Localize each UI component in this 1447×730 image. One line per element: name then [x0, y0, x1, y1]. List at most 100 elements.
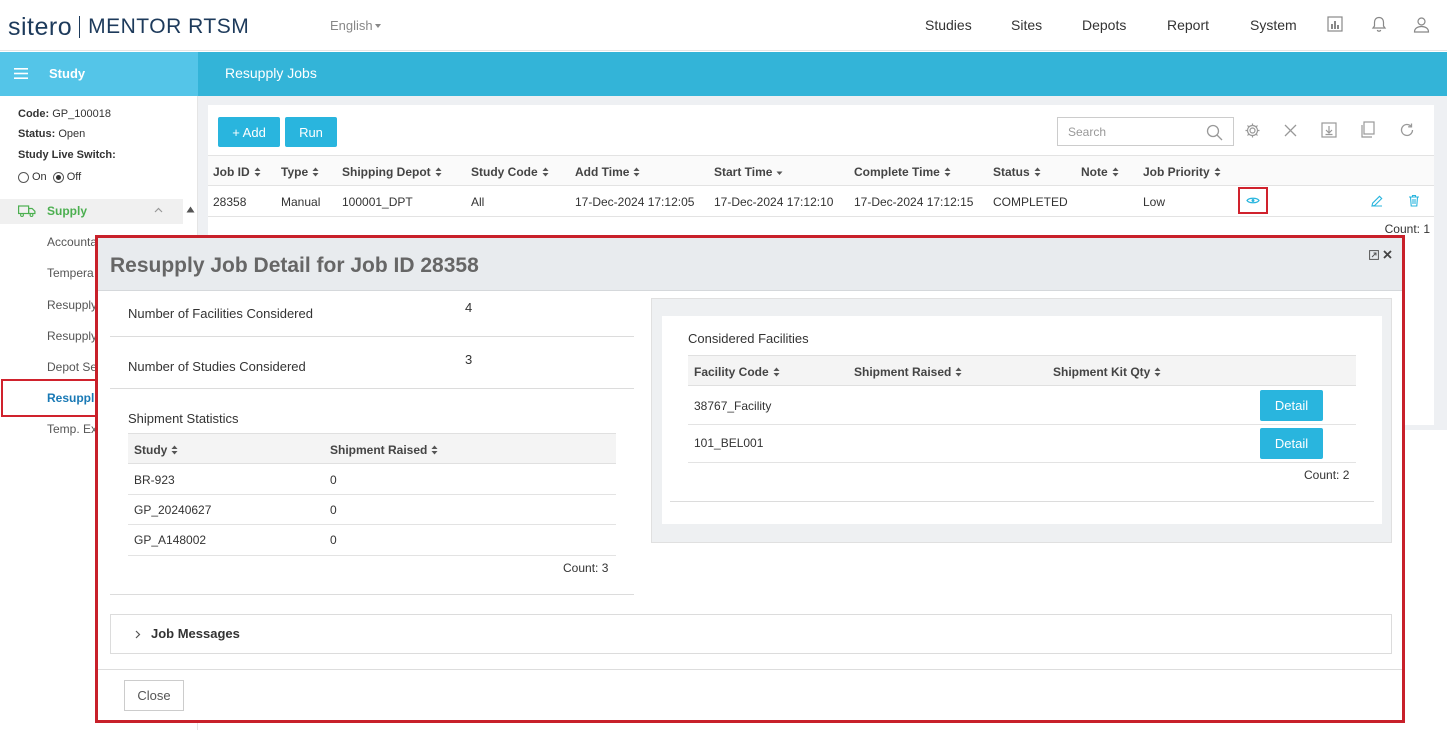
modal-header: Resupply Job Detail for Job ID 28358 — [98, 238, 1402, 291]
table-row[interactable]: 101_BEL001 Detail — [688, 425, 1356, 463]
modal-controls — [1369, 250, 1392, 260]
hamburger-menu-icon[interactable] — [14, 68, 28, 79]
download-icon[interactable] — [1321, 122, 1337, 138]
run-button[interactable]: Run — [285, 117, 337, 147]
user-icon[interactable] — [1413, 16, 1430, 33]
col-label: Shipment Raised — [854, 365, 952, 379]
nav-sites[interactable]: Sites — [1011, 17, 1042, 33]
maximize-icon[interactable] — [1369, 250, 1379, 260]
col-label: Complete Time — [854, 165, 940, 179]
col-start-time[interactable]: Start Time — [714, 165, 783, 179]
cell-study-code: All — [471, 195, 485, 209]
delete-trash-icon[interactable] — [1408, 194, 1420, 207]
divider — [110, 594, 634, 595]
clear-x-icon[interactable] — [1284, 124, 1297, 137]
table-row[interactable]: GP_20240627 0 — [128, 495, 616, 525]
col-job-id[interactable]: Job ID — [213, 165, 261, 179]
table-row[interactable]: GP_A148002 0 — [128, 525, 616, 556]
top-navbar: sitero MENTOR RTSM English Studies Sites… — [0, 0, 1447, 51]
cell-job-priority: Low — [1143, 195, 1166, 209]
sidebar-item-temperature[interactable]: Tempera — [47, 266, 94, 280]
col-label: Start Time — [714, 165, 773, 179]
col-shipping-depot[interactable]: Shipping Depot — [342, 165, 442, 179]
col-label: Add Time — [575, 165, 630, 179]
add-button[interactable]: + Add — [218, 117, 280, 147]
col-complete-time[interactable]: Complete Time — [854, 165, 951, 179]
col-label: Facility Code — [694, 365, 769, 379]
table-row[interactable]: 28358 Manual 100001_DPT All 17-Dec-2024 … — [208, 187, 1434, 217]
sidebar-section-label: Supply — [47, 204, 88, 218]
facility-detail-button[interactable]: Detail — [1260, 428, 1323, 459]
nav-system[interactable]: System — [1250, 17, 1297, 33]
bell-icon[interactable] — [1371, 16, 1387, 33]
close-button[interactable]: Close — [124, 680, 184, 711]
col-label: Job Priority — [1143, 165, 1210, 179]
col-shipment-raised[interactable]: Shipment Raised — [854, 365, 962, 379]
col-study-code[interactable]: Study Code — [471, 165, 549, 179]
col-shipment-raised[interactable]: Shipment Raised — [330, 443, 438, 457]
close-x-icon[interactable] — [1383, 250, 1392, 260]
cell-study: GP_A148002 — [134, 533, 207, 547]
study-code: Code: GP_100018 — [18, 108, 111, 120]
table-row[interactable]: 38767_Facility Detail — [688, 387, 1356, 425]
nav-report[interactable]: Report — [1167, 17, 1209, 33]
study-status-value: Open — [58, 128, 86, 140]
studies-considered-label: Number of Studies Considered — [128, 359, 306, 374]
cell-study: GP_20240627 — [134, 503, 212, 517]
col-note[interactable]: Note — [1081, 165, 1119, 179]
copy-icon[interactable] — [1360, 121, 1376, 138]
col-label: Study — [134, 443, 168, 457]
job-messages-accordion[interactable]: Job Messages — [110, 614, 1392, 654]
sidebar-section-supply[interactable]: Supply — [0, 199, 183, 224]
refresh-icon[interactable] — [1399, 122, 1415, 138]
live-switch-label: Study Live Switch: — [18, 149, 116, 161]
settings-gear-icon[interactable] — [1244, 122, 1261, 139]
nav-depots[interactable]: Depots — [1082, 17, 1126, 33]
col-label: Shipment Kit Qty — [1053, 365, 1151, 379]
dashboard-icon[interactable] — [1327, 16, 1343, 32]
col-label: Study Code — [471, 165, 538, 179]
chevron-right-icon — [135, 630, 141, 639]
sort-icon — [542, 167, 549, 177]
col-type[interactable]: Type — [281, 165, 319, 179]
cell-job-id: 28358 — [213, 195, 247, 209]
modal-footer: Close — [98, 669, 1402, 720]
truck-icon — [18, 205, 36, 217]
col-label: Shipment Raised — [330, 443, 428, 457]
edit-pencil-icon[interactable] — [1371, 195, 1383, 207]
chevron-up-icon — [154, 207, 163, 213]
sort-icon — [633, 167, 640, 177]
radio-off[interactable] — [52, 171, 64, 183]
table-row[interactable]: BR-923 0 — [128, 465, 616, 495]
scroll-up-arrow-icon[interactable] — [186, 206, 195, 213]
radio-on[interactable] — [18, 171, 29, 183]
shipment-statistics-title: Shipment Statistics — [128, 411, 239, 426]
considered-facilities-title: Considered Facilities — [688, 331, 809, 346]
search-input[interactable] — [1058, 118, 1198, 145]
view-detail-button[interactable] — [1238, 187, 1268, 214]
cell-facility-code: 38767_Facility — [694, 399, 772, 413]
cell-add-time: 17-Dec-2024 17:12:05 — [575, 195, 695, 209]
sidebar-item-resupply-2[interactable]: Resupply — [47, 329, 97, 343]
sidebar-item-accountability[interactable]: Accounta — [47, 235, 97, 249]
col-study[interactable]: Study — [134, 443, 178, 457]
col-job-priority[interactable]: Job Priority — [1143, 165, 1221, 179]
sort-desc-icon — [776, 171, 783, 175]
study-status-label: Status: — [18, 128, 56, 140]
sidebar-item-depot-settings[interactable]: Depot Se — [47, 360, 97, 374]
col-status[interactable]: Status — [993, 165, 1041, 179]
col-facility-code[interactable]: Facility Code — [694, 365, 780, 379]
facility-detail-button[interactable]: Detail — [1260, 390, 1323, 421]
col-shipment-kit-qty[interactable]: Shipment Kit Qty — [1053, 365, 1161, 379]
search-field[interactable] — [1057, 117, 1234, 146]
search-icon[interactable] — [1206, 124, 1223, 141]
col-add-time[interactable]: Add Time — [575, 165, 640, 179]
sidebar-item-resupply-1[interactable]: Resupply — [47, 298, 97, 312]
sort-icon — [254, 167, 261, 177]
sidebar-item-temp-excursion[interactable]: Temp. Ex — [47, 422, 97, 436]
cell-raised: 0 — [330, 503, 337, 517]
divider — [110, 336, 634, 337]
nav-studies[interactable]: Studies — [925, 17, 972, 33]
studies-considered-value: 3 — [465, 352, 473, 367]
sort-icon — [1112, 167, 1119, 177]
